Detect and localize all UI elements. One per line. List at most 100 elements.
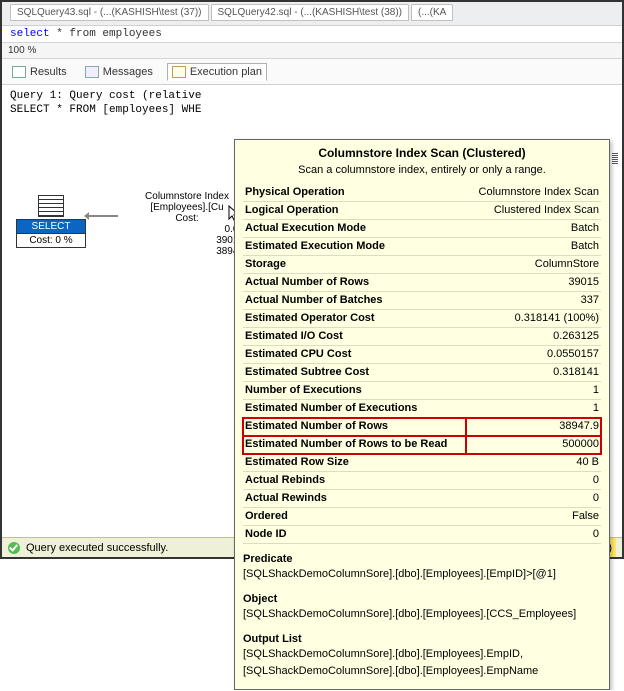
prop-value: 0.318141 bbox=[466, 364, 601, 382]
prop-key: Estimated Execution Mode bbox=[243, 238, 466, 256]
plan-icon bbox=[172, 66, 186, 78]
prop-key: Estimated Number of Rows to be Read bbox=[243, 436, 466, 454]
execution-plan-canvas[interactable]: Query 1: Query cost (relative SELECT * F… bbox=[2, 85, 622, 550]
tooltip-row: Estimated Operator Cost0.318141 (100%) bbox=[243, 310, 601, 328]
plan-header-text: Query 1: Query cost (relative SELECT * F… bbox=[2, 85, 622, 121]
plan-node-select[interactable]: SELECT Cost: 0 % bbox=[16, 195, 86, 248]
prop-key: Actual Number of Batches bbox=[243, 292, 466, 310]
node-metric: 38948 bbox=[122, 246, 252, 257]
prop-key: Estimated Subtree Cost bbox=[243, 364, 466, 382]
zoom-level[interactable]: 100 % bbox=[2, 42, 622, 59]
messages-icon bbox=[85, 66, 99, 78]
prop-key: Estimated CPU Cost bbox=[243, 346, 466, 364]
prop-key: Actual Number of Rows bbox=[243, 274, 466, 292]
prop-value: 40 B bbox=[466, 454, 601, 472]
tab-execution-plan[interactable]: Execution plan bbox=[167, 63, 267, 81]
success-icon bbox=[8, 542, 20, 554]
node-text: Columnstore Index bbox=[122, 191, 252, 202]
tooltip-row: Actual Rewinds0 bbox=[243, 490, 601, 508]
prop-key: Number of Executions bbox=[243, 382, 466, 400]
result-stack-icon bbox=[38, 195, 64, 217]
doc-tab-1[interactable]: SQLQuery43.sql - (...(KASHISH\test (37)) bbox=[10, 4, 209, 21]
doc-tab-3[interactable]: (...(KA bbox=[411, 4, 453, 21]
status-message: Query executed successfully. bbox=[26, 542, 168, 554]
prop-value: 0.0550157 bbox=[466, 346, 601, 364]
prop-value: Clustered Index Scan bbox=[466, 202, 601, 220]
tab-label: Messages bbox=[103, 66, 153, 78]
sql-text: * from employees bbox=[50, 28, 162, 40]
tab-results[interactable]: Results bbox=[8, 64, 71, 80]
tooltip-row: Estimated Number of Rows38947.9 bbox=[243, 418, 601, 436]
tab-label: Results bbox=[30, 66, 67, 78]
prop-key: Actual Rewinds bbox=[243, 490, 466, 508]
prop-value: 0 bbox=[466, 490, 601, 508]
prop-key: Estimated Row Size bbox=[243, 454, 466, 472]
tab-label: Execution plan bbox=[190, 66, 262, 78]
tooltip-row: Actual Rebinds0 bbox=[243, 472, 601, 490]
tooltip-row: Estimated Row Size40 B bbox=[243, 454, 601, 472]
tooltip-row: Logical OperationClustered Index Scan bbox=[243, 202, 601, 220]
prop-value: False bbox=[466, 508, 601, 526]
prop-value: 0 bbox=[466, 472, 601, 490]
prop-value: 1 bbox=[466, 382, 601, 400]
object-heading: Object bbox=[243, 592, 601, 607]
object-text: [SQLShackDemoColumnSore].[dbo].[Employee… bbox=[243, 607, 601, 624]
prop-key: Node ID bbox=[243, 526, 466, 544]
document-tab-bar: SQLQuery43.sql - (...(KASHISH\test (37))… bbox=[2, 2, 622, 26]
tooltip-row: Node ID0 bbox=[243, 526, 601, 544]
sql-keyword: select bbox=[10, 28, 50, 40]
prop-key: Estimated Operator Cost bbox=[243, 310, 466, 328]
tab-messages[interactable]: Messages bbox=[81, 64, 157, 80]
tooltip-row: Actual Number of Rows39015 bbox=[243, 274, 601, 292]
prop-key: Storage bbox=[243, 256, 466, 274]
prop-value: ColumnStore bbox=[466, 256, 601, 274]
plan-arrow bbox=[88, 215, 118, 217]
tooltip-row: StorageColumnStore bbox=[243, 256, 601, 274]
prop-key: Physical Operation bbox=[243, 184, 466, 202]
node-metric: 0.05 bbox=[122, 224, 252, 235]
output-heading: Output List bbox=[243, 632, 601, 647]
doc-tab-2[interactable]: SQLQuery42.sql - (...(KASHISH\test (38)) bbox=[211, 4, 410, 21]
prop-value: 0 bbox=[466, 526, 601, 544]
prop-value: 337 bbox=[466, 292, 601, 310]
prop-key: Estimated Number of Rows bbox=[243, 418, 466, 436]
prop-key: Estimated I/O Cost bbox=[243, 328, 466, 346]
prop-value: Batch bbox=[466, 220, 601, 238]
tooltip-row: OrderedFalse bbox=[243, 508, 601, 526]
tooltip-subtitle: Scan a columnstore index, entirely or on… bbox=[243, 163, 601, 178]
prop-key: Ordered bbox=[243, 508, 466, 526]
node-metric: 39015 bbox=[122, 235, 252, 246]
tooltip-row: Actual Execution ModeBatch bbox=[243, 220, 601, 238]
prop-value: 0.318141 (100%) bbox=[466, 310, 601, 328]
predicate-heading: Predicate bbox=[243, 552, 601, 567]
prop-key: Logical Operation bbox=[243, 202, 466, 220]
tooltip-row: Estimated I/O Cost0.263125 bbox=[243, 328, 601, 346]
tooltip-properties-table: Physical OperationColumnstore Index Scan… bbox=[243, 184, 601, 544]
tooltip-row: Estimated Number of Rows to be Read50000… bbox=[243, 436, 601, 454]
tooltip-row: Physical OperationColumnstore Index Scan bbox=[243, 184, 601, 202]
operator-tooltip: Columnstore Index Scan (Clustered) Scan … bbox=[234, 139, 610, 690]
prop-value: 0.263125 bbox=[466, 328, 601, 346]
tooltip-row: Estimated Subtree Cost0.318141 bbox=[243, 364, 601, 382]
prop-value: Batch bbox=[466, 238, 601, 256]
node-cost: Cost: 0 % bbox=[16, 234, 86, 248]
plan-node-columnstore-scan[interactable]: Columnstore Index [Employees].[Cu Cost: … bbox=[122, 191, 252, 257]
tooltip-title: Columnstore Index Scan (Clustered) bbox=[243, 146, 601, 161]
output-text: [SQLShackDemoColumnSore].[dbo].[Employee… bbox=[243, 664, 601, 681]
tooltip-row: Estimated Number of Executions1 bbox=[243, 400, 601, 418]
tooltip-row: Estimated CPU Cost0.0550157 bbox=[243, 346, 601, 364]
prop-value: 38947.9 bbox=[466, 418, 601, 436]
prop-value: Columnstore Index Scan bbox=[466, 184, 601, 202]
prop-value: 500000 bbox=[466, 436, 601, 454]
query-editor-line[interactable]: select * from employees bbox=[2, 26, 622, 42]
output-text: [SQLShackDemoColumnSore].[dbo].[Employee… bbox=[243, 647, 601, 664]
grid-icon bbox=[12, 66, 26, 78]
tooltip-row: Actual Number of Batches337 bbox=[243, 292, 601, 310]
prop-key: Actual Rebinds bbox=[243, 472, 466, 490]
prop-key: Actual Execution Mode bbox=[243, 220, 466, 238]
scrollbar-thumb[interactable] bbox=[612, 153, 618, 165]
tooltip-row: Number of Executions1 bbox=[243, 382, 601, 400]
node-label: SELECT bbox=[16, 219, 86, 234]
prop-value: 1 bbox=[466, 400, 601, 418]
result-tabs: Results Messages Execution plan bbox=[2, 59, 622, 85]
